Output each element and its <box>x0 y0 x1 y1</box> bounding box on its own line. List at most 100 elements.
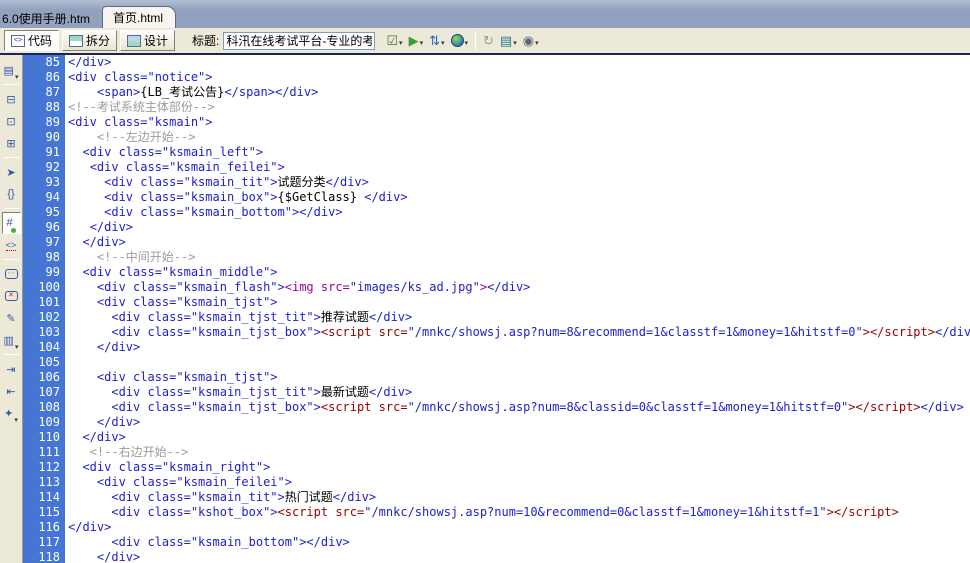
line-number: 106 <box>23 370 60 385</box>
split-view-button[interactable]: 拆分 <box>62 30 117 51</box>
code-line[interactable]: <div class="ksmain_flash"><img src="imag… <box>68 280 970 295</box>
code-line[interactable]: <div class="ksmain_box">{$GetClass} </di… <box>68 190 970 205</box>
line-number: 93 <box>23 175 60 190</box>
wrap-tag-button[interactable]: ✎ <box>2 307 21 329</box>
code-line[interactable]: <div class="ksmain_left"> <box>68 145 970 160</box>
code-line[interactable]: <div class="ksmain_feilei"> <box>68 160 970 175</box>
code-line[interactable]: <div class="kshot_box"><script src="/mnk… <box>68 505 970 520</box>
line-number: 118 <box>23 550 60 563</box>
code-line[interactable]: </div> <box>68 550 970 563</box>
preview-debug-button[interactable]: ▶▾ <box>406 32 427 49</box>
code-view-button[interactable]: <> 代码 <box>4 30 59 51</box>
code-line[interactable]: <div class="ksmain_right"> <box>68 460 970 475</box>
code-line[interactable]: </div> <box>68 415 970 430</box>
coding-toolbar-separator <box>4 157 19 158</box>
code-line[interactable]: <!--右边开始--> <box>68 445 970 460</box>
code-line[interactable]: </div> <box>68 430 970 445</box>
code-line[interactable]: </div> <box>68 235 970 250</box>
indent-code-button[interactable]: ⇥ <box>2 358 21 380</box>
outdent-code-button[interactable]: ⇤ <box>2 380 21 402</box>
line-number: 102 <box>23 310 60 325</box>
code-line[interactable]: <div class="ksmain_bottom"></div> <box>68 535 970 550</box>
line-number: 101 <box>23 295 60 310</box>
document-icon: ▤ <box>4 64 14 77</box>
code-line[interactable]: <!--中间开始--> <box>68 250 970 265</box>
code-line[interactable]: </div> <box>68 340 970 355</box>
code-view-icon: <> <box>11 35 25 47</box>
split-view-label: 拆分 <box>86 32 110 49</box>
line-number: 92 <box>23 160 60 175</box>
code-line[interactable]: <div class="ksmain_tit">热门试题</div> <box>68 490 970 505</box>
code-line[interactable]: </div> <box>68 220 970 235</box>
toolbar-separator <box>475 31 476 51</box>
dropdown-arrow-icon: ▾ <box>441 39 445 47</box>
code-line[interactable]: <div class="ksmain_tjst"> <box>68 295 970 310</box>
code-editor[interactable]: 8586878889909192939495969798991001011021… <box>23 55 970 563</box>
view-options-icon: ▤ <box>500 34 512 47</box>
expand-all-button[interactable]: ⊞ <box>2 132 21 154</box>
indent-icon: ⇥ <box>6 363 15 376</box>
code-line[interactable]: <div class="ksmain_tjst_tit">推荐试题</div> <box>68 310 970 325</box>
code-line[interactable]: </div> <box>68 55 970 70</box>
code-line[interactable]: <div class="ksmain_tjst_box"><script src… <box>68 400 970 415</box>
code-line[interactable]: <span>{LB_考试公告}</span></div> <box>68 85 970 100</box>
code-line[interactable]: <div class="ksmain_bottom"></div> <box>68 205 970 220</box>
code-line[interactable]: <div class="ksmain_tjst_tit">最新试题</div> <box>68 385 970 400</box>
refresh-icon: ↻ <box>483 34 494 47</box>
braces-icon: {} <box>7 188 14 200</box>
editor-main: ▤▾⊟⊡⊞➤{}#<>⋯✕✎▥▾⇥⇤✦▾ 8586878889909192939… <box>0 55 970 563</box>
code-view-label: 代码 <box>28 32 52 49</box>
apply-comment-button[interactable]: ⋯ <box>2 263 21 285</box>
code-line[interactable]: <div class="ksmain"> <box>68 115 970 130</box>
refresh-button[interactable]: ↻ <box>480 32 497 49</box>
snippet-file-icon: ▥ <box>4 334 14 347</box>
format-source-code-button[interactable]: ✦▾ <box>2 402 21 424</box>
code-line[interactable]: <!--考试系统主体部份--> <box>68 100 970 115</box>
line-number: 110 <box>23 430 60 445</box>
code-line[interactable]: <div class="ksmain_tit">试题分类</div> <box>68 175 970 190</box>
view-options-button[interactable]: ▤▾ <box>497 32 520 49</box>
collapse-tag-icon: ⊟ <box>6 93 15 106</box>
code-area[interactable]: </div><div class="notice"> <span>{LB_考试公… <box>65 55 970 563</box>
recent-snippets-button[interactable]: ▥▾ <box>2 329 21 351</box>
design-view-label: 设计 <box>144 32 168 49</box>
visual-aids-button[interactable]: ◉▾ <box>520 32 542 49</box>
remove-comment-button[interactable]: ✕ <box>2 285 21 307</box>
preview-in-browser-button[interactable]: ▾ <box>448 32 472 49</box>
code-line[interactable]: <div class="ksmain_tjst"> <box>68 370 970 385</box>
design-view-button[interactable]: 设计 <box>120 30 175 51</box>
code-line[interactable] <box>68 355 970 370</box>
code-line[interactable]: <div class="notice"> <box>68 70 970 85</box>
dropdown-arrow-icon: ▾ <box>399 39 403 47</box>
balance-braces-button[interactable]: {} <box>2 183 21 205</box>
collapse-full-tag-button[interactable]: ⊟ <box>2 88 21 110</box>
dropdown-arrow-icon: ▾ <box>15 343 19 351</box>
line-number: 111 <box>23 445 60 460</box>
tab-manual[interactable]: 6.0使用手册.htm <box>0 8 98 28</box>
title-label: 标题: <box>192 32 219 49</box>
code-line[interactable]: <div class="ksmain_middle"> <box>68 265 970 280</box>
dropdown-arrow-icon: ▾ <box>465 39 469 47</box>
line-number: 108 <box>23 400 60 415</box>
document-tab-bar: 6.0使用手册.htm 首页.html <box>0 10 970 28</box>
title-input[interactable] <box>223 32 375 50</box>
validate-markup-button[interactable]: ☑▾ <box>383 32 405 49</box>
code-line[interactable]: <div class="ksmain_tjst_box"><script src… <box>68 325 970 340</box>
dropdown-arrow-icon: ▾ <box>513 39 517 47</box>
dropdown-arrow-icon: ▾ <box>535 39 539 47</box>
code-line[interactable]: <!--左边开始--> <box>68 130 970 145</box>
code-line[interactable]: <div class="ksmain_feilei"> <box>68 475 970 490</box>
highlight-invalid-code-button[interactable]: <> <box>2 234 21 256</box>
line-number: 96 <box>23 220 60 235</box>
line-number: 113 <box>23 475 60 490</box>
line-numbers-button[interactable]: # <box>2 212 21 234</box>
collapse-selection-button[interactable]: ⊡ <box>2 110 21 132</box>
open-documents-button[interactable]: ▤▾ <box>2 59 21 81</box>
remove-comment-icon: ✕ <box>5 291 18 301</box>
code-line[interactable]: </div> <box>68 520 970 535</box>
coding-toolbar: ▤▾⊟⊡⊞➤{}#<>⋯✕✎▥▾⇥⇤✦▾ <box>0 55 23 563</box>
tab-homepage[interactable]: 首页.html <box>102 6 176 28</box>
file-management-button[interactable]: ⇅▾ <box>426 32 447 49</box>
line-number: 116 <box>23 520 60 535</box>
select-parent-tag-button[interactable]: ➤ <box>2 161 21 183</box>
